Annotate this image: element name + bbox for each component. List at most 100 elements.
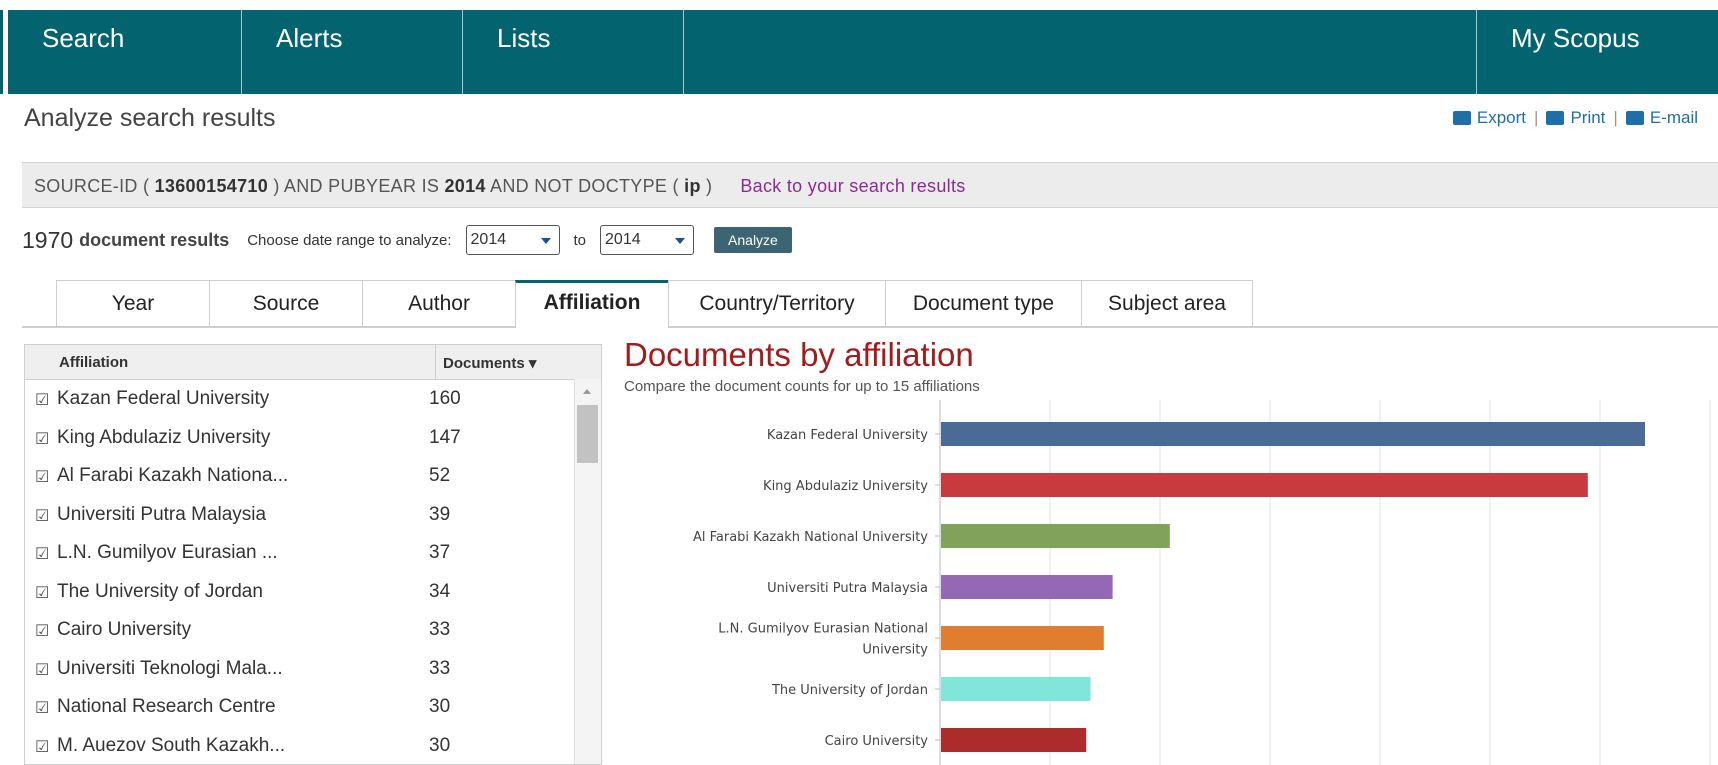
query-text: AND NOT DOCTYPE ( — [485, 176, 685, 196]
document-count: 33 — [429, 619, 451, 640]
print-icon — [1546, 111, 1565, 125]
checkbox-icon[interactable]: ☑ — [35, 390, 49, 410]
category-label: Al Farabi Kazakh National University — [693, 530, 928, 545]
tab-affiliation[interactable]: Affiliation — [515, 280, 669, 328]
affiliation-name[interactable]: Kazan Federal University — [57, 388, 269, 410]
table-row[interactable]: ☑ National Research Centre 30 — [25, 688, 601, 727]
action-separator: | — [1613, 108, 1618, 127]
column-affiliation[interactable]: Affiliation — [59, 354, 128, 371]
category-label: King Abdulaziz University — [763, 479, 928, 494]
email-link[interactable]: E-mail — [1650, 108, 1698, 128]
bar[interactable] — [941, 677, 1091, 701]
checkbox-icon[interactable]: ☑ — [35, 583, 49, 603]
from-year-select[interactable]: 2014 — [465, 225, 560, 255]
nav-search[interactable]: Search — [8, 10, 241, 94]
document-count: 147 — [429, 426, 461, 448]
result-count: 1970 — [22, 226, 74, 253]
back-to-results-link[interactable]: Back to your search results — [740, 176, 965, 196]
page-title: Analyze search results — [24, 104, 276, 132]
sort-icon[interactable]: ▾ — [529, 355, 537, 372]
from-year-value: 2014 — [470, 231, 507, 248]
query-source-id: 13600154710 — [154, 176, 269, 196]
table-row[interactable]: ☑ King Abdulaziz University 147 — [25, 419, 601, 458]
checkbox-icon[interactable]: ☑ — [35, 737, 49, 757]
affiliation-name[interactable]: The University of Jordan — [57, 581, 263, 603]
chart-title: Documents by affiliation — [624, 336, 974, 373]
table-row[interactable]: ☑ Cairo University 33 — [25, 611, 601, 650]
category-label: Kazan Federal University — [767, 428, 928, 443]
query-doctype: ip — [684, 176, 701, 196]
nav-divider — [683, 10, 684, 94]
nav-my-scopus[interactable]: My Scopus — [1477, 10, 1717, 94]
bar[interactable] — [941, 575, 1113, 599]
chevron-down-icon — [675, 238, 686, 244]
table-row[interactable]: ☑ Universiti Teknologi Mala... 33 — [25, 650, 601, 689]
nav-alerts[interactable]: Alerts — [242, 10, 462, 94]
scroll-thumb[interactable] — [577, 405, 598, 463]
document-count: 30 — [429, 696, 451, 717]
print-link[interactable]: Print — [1570, 108, 1605, 128]
table-row[interactable]: ☑ M. Auezov South Kazakh... 30 — [25, 727, 601, 765]
document-count: 52 — [429, 465, 451, 486]
table-row[interactable]: ☑ Kazan Federal University 160 — [25, 380, 601, 419]
nav-edge — [0, 10, 3, 94]
query-text: ) — [700, 176, 713, 196]
result-label: document results — [79, 229, 230, 250]
analyze-button[interactable]: Analyze — [714, 227, 792, 253]
document-count: 33 — [429, 657, 451, 679]
column-divider — [435, 345, 436, 379]
affiliation-name[interactable]: National Research Centre — [57, 696, 276, 718]
document-count: 39 — [429, 503, 451, 525]
affiliation-name[interactable]: L.N. Gumilyov Eurasian ... — [57, 542, 278, 564]
checkbox-icon[interactable]: ☑ — [35, 544, 49, 564]
affiliation-name[interactable]: Al Farabi Kazakh Nationa... — [57, 465, 288, 487]
checkbox-icon[interactable]: ☑ — [35, 621, 49, 641]
table-row[interactable]: ☑ Universiti Putra Malaysia 39 — [25, 496, 601, 535]
affiliation-name[interactable]: King Abdulaziz University — [57, 427, 270, 449]
tab-author[interactable]: Author — [362, 280, 516, 326]
bar[interactable] — [941, 626, 1104, 650]
document-count: 160 — [429, 388, 461, 409]
affiliation-bar-chart: Kazan Federal University King Abdulaziz U… — [693, 400, 1711, 765]
table-row[interactable]: ☑ Al Farabi Kazakh Nationa... 52 — [25, 457, 601, 496]
bar[interactable] — [941, 728, 1087, 752]
tab-year[interactable]: Year — [56, 280, 210, 326]
checkbox-icon[interactable]: ☑ — [35, 698, 49, 718]
checkbox-icon[interactable]: ☑ — [35, 467, 49, 487]
checkbox-icon[interactable]: ☑ — [35, 506, 49, 526]
bar[interactable] — [941, 422, 1645, 446]
email-icon — [1625, 111, 1644, 125]
affiliation-name[interactable]: Cairo University — [57, 619, 191, 641]
query-text: ) AND PUBYEAR IS — [268, 176, 445, 196]
affiliation-name[interactable]: Universiti Putra Malaysia — [57, 504, 266, 526]
to-year-value: 2014 — [605, 231, 641, 248]
document-count: 30 — [429, 734, 451, 756]
tab-subject-area[interactable]: Subject area — [1081, 280, 1253, 326]
to-label: to — [573, 231, 587, 249]
category-label: Universiti Putra Malaysia — [767, 581, 928, 596]
checkbox-icon[interactable]: ☑ — [35, 429, 49, 449]
export-link[interactable]: Export — [1477, 108, 1526, 128]
affiliation-name[interactable]: Universiti Teknologi Mala... — [57, 658, 283, 680]
table-row[interactable]: ☑ L.N. Gumilyov Eurasian ... 37 — [25, 534, 601, 573]
column-documents-label: Documents — [443, 355, 525, 372]
tab-source[interactable]: Source — [209, 280, 363, 326]
bar[interactable] — [941, 524, 1170, 548]
chart-subtitle: Compare the document counts for up to 15… — [624, 378, 980, 395]
affiliation-name[interactable]: M. Auezov South Kazakh... — [57, 735, 285, 757]
date-range-label: Choose date range to analyze: — [247, 231, 452, 249]
column-documents[interactable]: Documents ▾ — [443, 354, 536, 372]
bar[interactable] — [941, 473, 1588, 497]
table-scrollbar[interactable] — [574, 379, 601, 764]
query-bar: SOURCE-ID ( 13600154710 ) AND PUBYEAR IS… — [22, 162, 1718, 208]
table-header: Affiliation Documents ▾ — [25, 345, 601, 380]
table-row[interactable]: ☑ The University of Jordan 34 — [25, 573, 601, 612]
to-year-select[interactable]: 2014 — [600, 225, 695, 255]
scroll-up-icon[interactable] — [583, 389, 591, 394]
nav-lists[interactable]: Lists — [463, 10, 683, 94]
tab-document-type[interactable]: Document type — [885, 280, 1082, 326]
checkbox-icon[interactable]: ☑ — [35, 660, 49, 680]
tab-country-territory[interactable]: Country/Territory — [668, 280, 886, 326]
query-year: 2014 — [444, 176, 486, 196]
category-label: L.N. Gumilyov Eurasian National Universit… — [718, 622, 928, 658]
